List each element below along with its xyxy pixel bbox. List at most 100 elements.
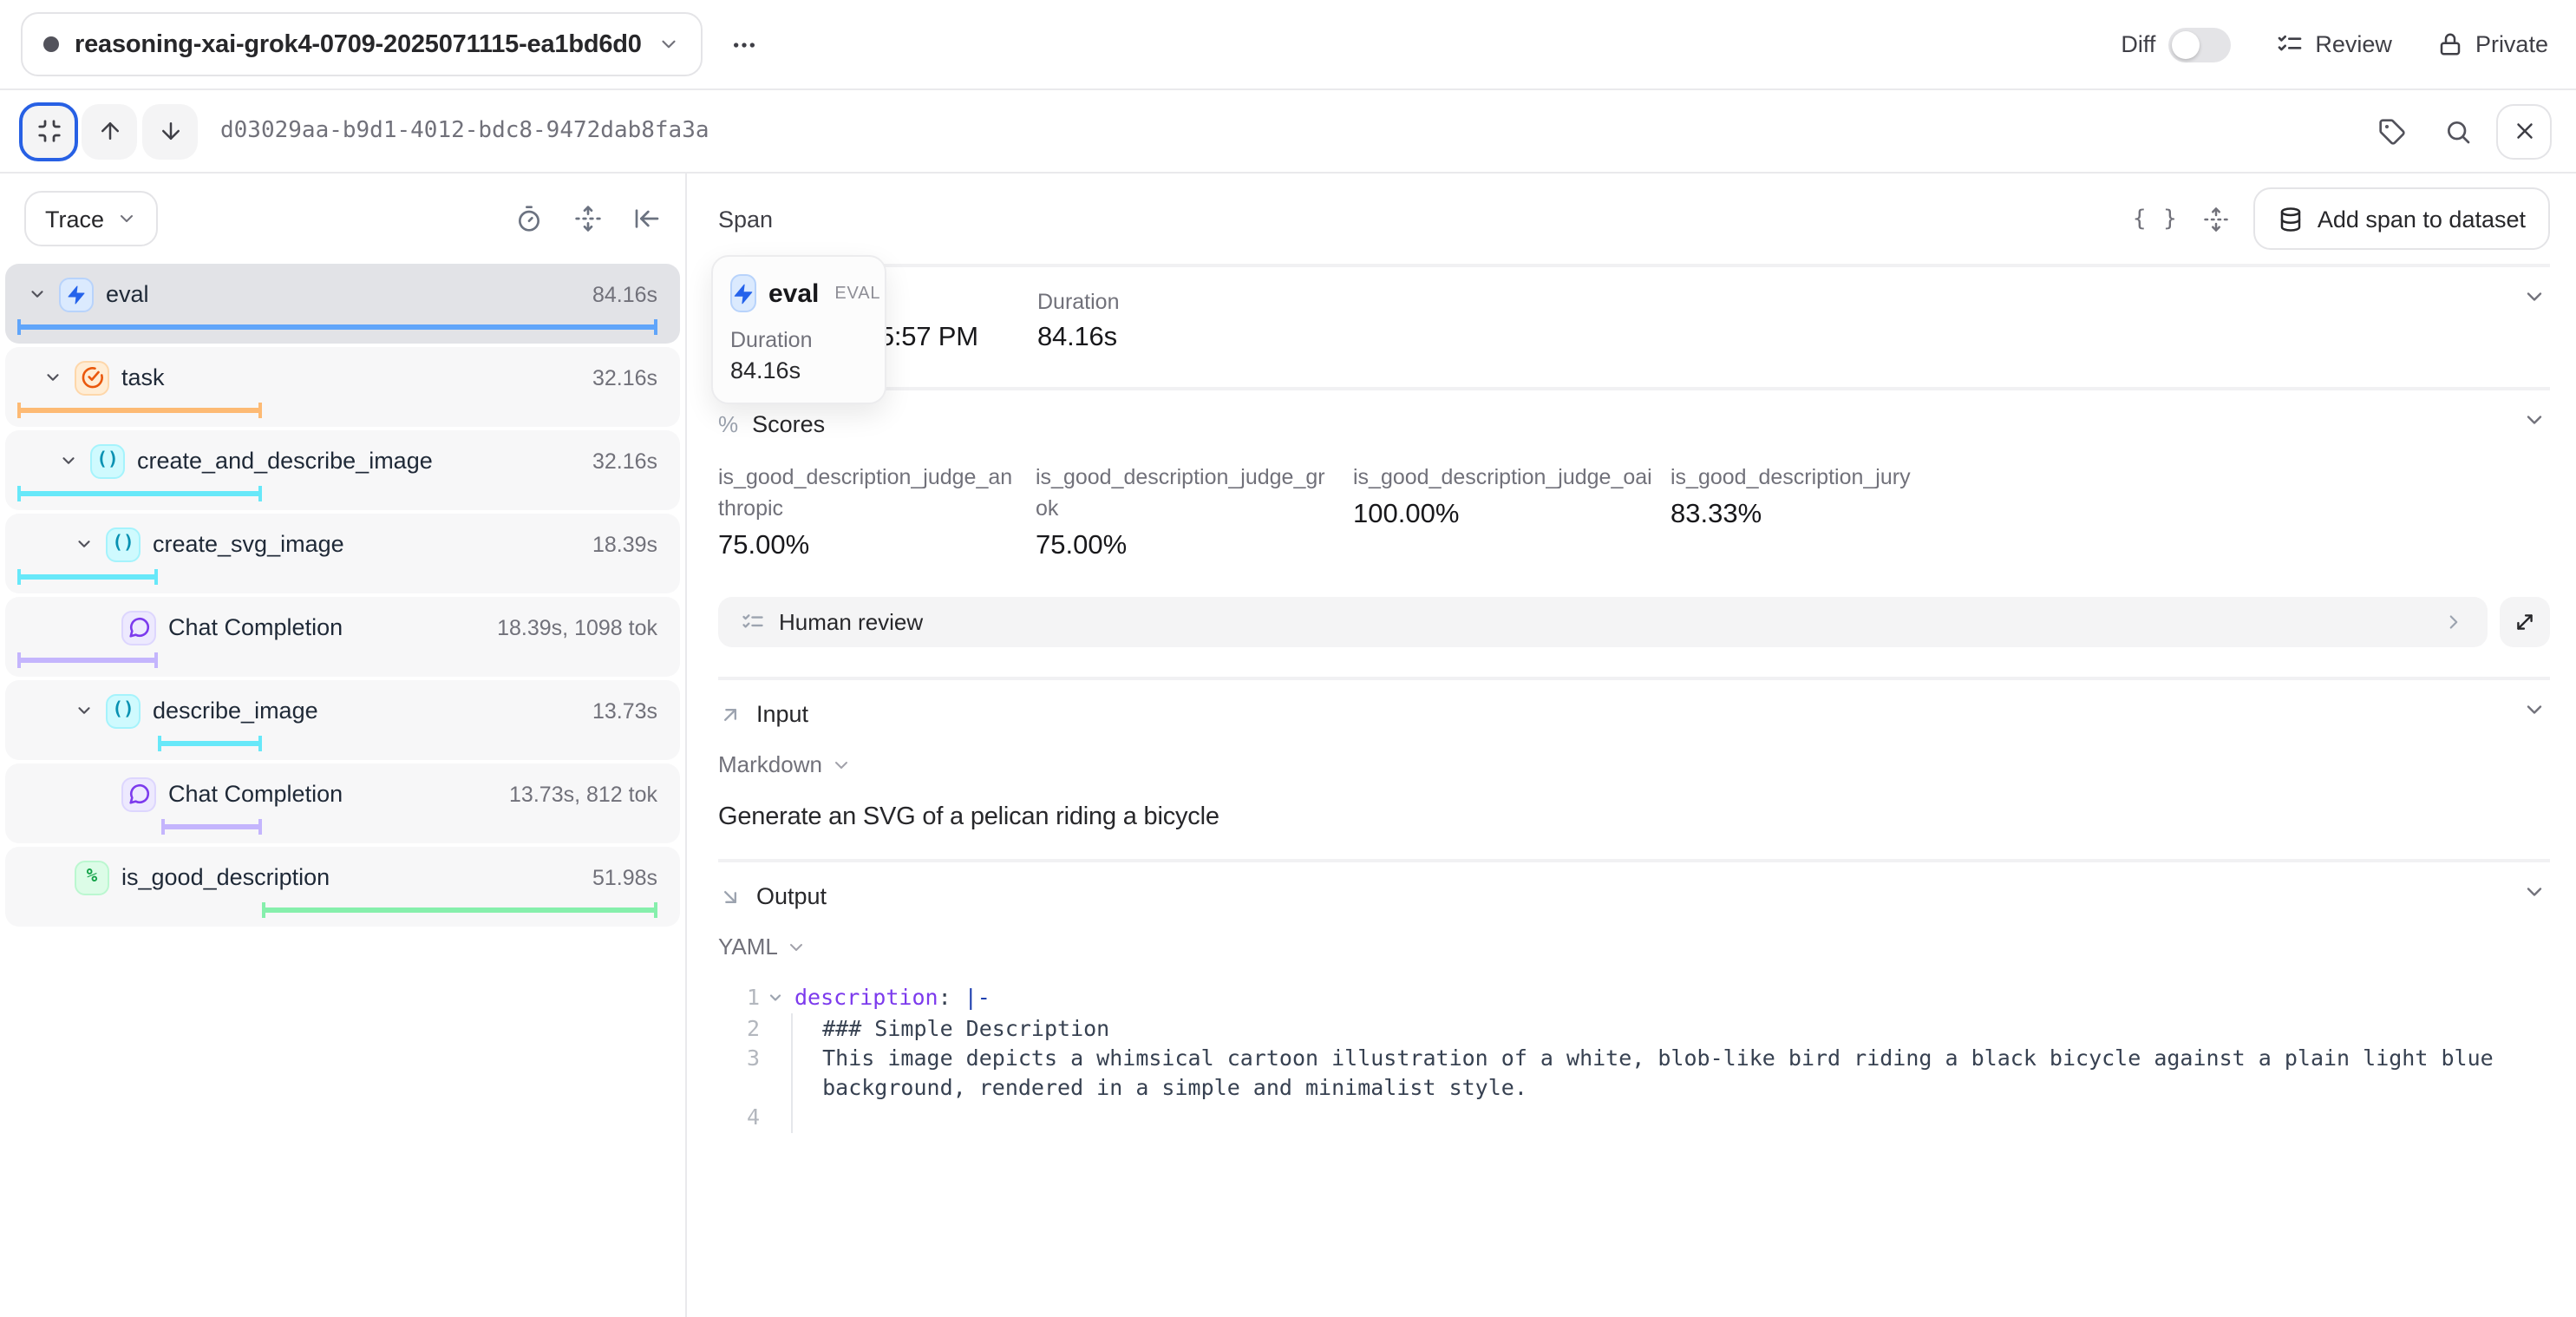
timeline-bar <box>17 319 657 335</box>
tree-row-chat-completion[interactable]: Chat Completion13.73s, 812 tok <box>5 763 680 843</box>
tree-row-chat-completion[interactable]: Chat Completion18.39s, 1098 tok <box>5 597 680 677</box>
input-title: Input <box>756 702 808 728</box>
timer-icon[interactable] <box>515 205 543 233</box>
expand-chevron-icon[interactable] <box>54 447 82 475</box>
span-header: Span { } Add span to dataset <box>687 174 2576 264</box>
expand-chevron-icon[interactable] <box>38 364 66 391</box>
timeline-bar <box>161 819 262 835</box>
code-text: background, rendered in a simple and min… <box>791 1072 1527 1103</box>
collapse-left-icon[interactable] <box>633 205 661 233</box>
code-line: 1description: |- <box>718 983 2550 1013</box>
timeline-bar <box>17 486 262 501</box>
tag-icon <box>2378 117 2406 145</box>
code-line: 3 This image depicts a whimsical cartoon… <box>718 1043 2550 1073</box>
span-tooltip: eval EVAL Duration 84.16s <box>711 255 886 404</box>
collapse-section-icon[interactable] <box>2522 698 2547 723</box>
score-value: 75.00% <box>718 532 1018 563</box>
score-card: is_good_description_jury83.33% <box>1670 462 1988 563</box>
database-icon <box>2278 206 2304 232</box>
private-label: Private <box>2475 31 2548 57</box>
tree-row-describe-image[interactable]: () describe_image13.73s <box>5 680 680 760</box>
chevron-down-icon <box>657 33 680 56</box>
percent-icon: % <box>75 860 109 894</box>
diff-toggle[interactable] <box>2167 27 2230 62</box>
tooltip-span-type: EVAL <box>834 284 880 303</box>
collapse-panel-button[interactable] <box>21 103 76 159</box>
span-duration: 18.39s, 1098 tok <box>497 615 657 639</box>
more-menu-button[interactable] <box>720 20 768 69</box>
task-icon <box>75 360 109 395</box>
timeline-track <box>17 486 657 501</box>
trace-toolbar: d03029aa-b9d1-4012-bdc8-9472dab8fa3a <box>0 90 2576 174</box>
private-button[interactable]: Private <box>2437 31 2548 57</box>
meta-section: Start Yesterday 3:15:57 PM Duration 84.1… <box>718 267 2550 387</box>
tree-row-is-good-description[interactable]: %is_good_description51.98s <box>5 847 680 927</box>
collapse-section-icon[interactable] <box>2522 285 2547 309</box>
timeline-bar <box>17 403 262 418</box>
span-detail-panel: Span { } Add span to dataset <box>687 174 2576 1317</box>
review-button[interactable]: Review <box>2275 30 2392 58</box>
line-number: 3 <box>718 1043 760 1073</box>
tree-row-task[interactable]: task32.16s <box>5 347 680 427</box>
next-trace-button[interactable] <box>142 103 198 159</box>
fold-spacer <box>760 1072 791 1103</box>
collapse-section-icon[interactable] <box>2522 408 2547 432</box>
fn-icon: () <box>106 527 141 561</box>
output-title: Output <box>756 884 827 910</box>
expand-chevron-icon[interactable] <box>69 530 97 558</box>
scores-title: Scores <box>752 411 825 437</box>
experiment-selector[interactable]: reasoning-xai-grok4-0709-2025071115-ea1b… <box>21 12 703 76</box>
timeline-track <box>17 819 657 835</box>
span-name: task <box>121 364 592 390</box>
tree-row-create-and-describe-image[interactable]: ()create_and_describe_image32.16s <box>5 430 680 510</box>
close-trace-button[interactable] <box>2496 103 2552 159</box>
span-duration: 84.16s <box>592 282 657 306</box>
fold-vertical-icon[interactable] <box>574 205 602 233</box>
unfold-vertical-icon[interactable] <box>2203 206 2229 232</box>
percent-icon: % <box>718 411 738 437</box>
score-label: is_good_description_judge_oai <box>1353 462 1653 493</box>
score-label: is_good_description_jury <box>1670 462 1971 493</box>
tree-row-eval[interactable]: eval84.16s <box>5 264 680 344</box>
checklist-icon <box>741 611 765 635</box>
input-content: Generate an SVG of a pelican riding a bi… <box>718 804 2550 832</box>
chat-icon <box>121 776 156 811</box>
span-duration: 32.16s <box>592 365 657 390</box>
search-button[interactable] <box>2430 103 2486 159</box>
trace-id: d03029aa-b9d1-4012-bdc8-9472dab8fa3a <box>220 118 709 144</box>
human-review-row: Human review <box>718 598 2550 678</box>
view-mode-select[interactable]: Trace <box>24 191 158 246</box>
output-format-select[interactable]: YAML <box>718 934 807 960</box>
code-text <box>791 1103 809 1133</box>
tooltip-span-name: eval <box>768 278 819 308</box>
zap-icon <box>730 274 756 312</box>
expand-chevron-icon[interactable] <box>69 697 97 724</box>
expand-human-review-button[interactable] <box>2500 598 2550 648</box>
input-format-select[interactable]: Markdown <box>718 752 852 778</box>
span-duration: 13.73s <box>592 698 657 723</box>
yaml-code-block[interactable]: 1description: |-2 ### Simple Description… <box>718 983 2550 1133</box>
code-text: ### Simple Description <box>791 1012 1109 1043</box>
chat-icon <box>121 610 156 645</box>
previous-trace-button[interactable] <box>82 103 137 159</box>
tag-button[interactable] <box>2364 103 2420 159</box>
span-name: eval <box>106 281 592 307</box>
chevron-down-icon <box>787 937 807 958</box>
fold-spacer <box>760 1012 791 1043</box>
collapse-section-icon[interactable] <box>2522 881 2547 905</box>
add-span-label: Add span to dataset <box>2318 206 2526 232</box>
timeline-bar <box>17 569 158 585</box>
fn-icon: () <box>106 693 141 728</box>
span-name: create_svg_image <box>153 531 592 557</box>
line-number: 4 <box>718 1103 760 1133</box>
fold-chevron-icon[interactable] <box>760 983 791 1013</box>
add-span-to-dataset-button[interactable]: Add span to dataset <box>2253 187 2550 250</box>
code-line: 4 <box>718 1103 2550 1133</box>
json-view-icon[interactable]: { } <box>2133 206 2179 232</box>
human-review-bar[interactable]: Human review <box>718 598 2488 648</box>
scores-section: % Scores is_good_description_judge_anthr… <box>718 390 2550 598</box>
span-name: describe_image <box>153 698 592 724</box>
tree-row-create-svg-image[interactable]: ()create_svg_image18.39s <box>5 514 680 593</box>
span-tree-panel: Trace eval84.16s task <box>0 174 687 1317</box>
expand-chevron-icon[interactable] <box>23 280 50 308</box>
